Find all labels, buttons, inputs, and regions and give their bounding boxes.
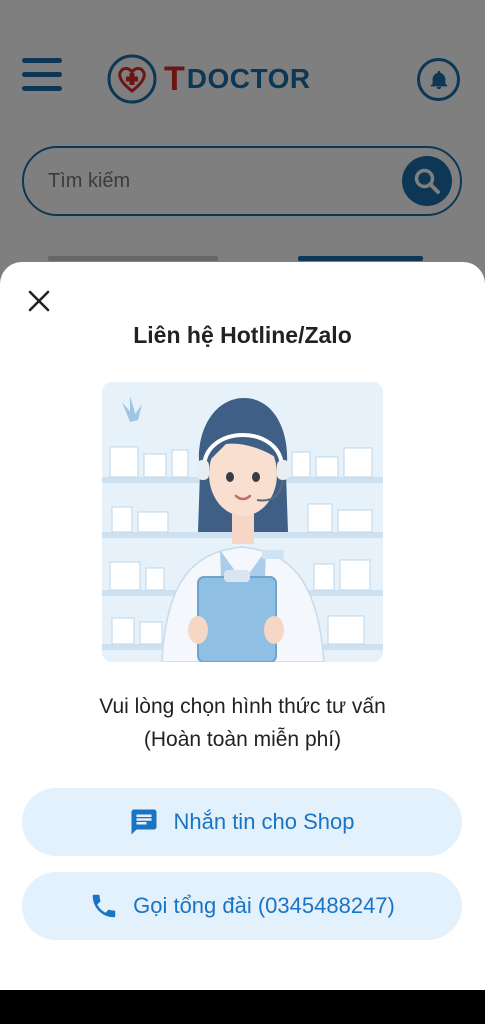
sheet-title: Liên hệ Hotline/Zalo bbox=[133, 322, 352, 348]
contact-bottom-sheet: Liên hệ Hotline/Zalo Vui lòng chọn hình … bbox=[0, 262, 485, 990]
subtitle-line-1: Vui lòng chọn hình thức tư vấn bbox=[99, 695, 386, 718]
pharmacist-illustration bbox=[102, 382, 383, 662]
call-hotline-label: Gọi tổng đài (0345488247) bbox=[133, 893, 395, 918]
chat-shop-button[interactable]: Nhắn tin cho Shop bbox=[22, 788, 462, 856]
close-icon[interactable] bbox=[24, 286, 54, 316]
subtitle-line-2: (Hoàn toàn miễn phí) bbox=[143, 728, 342, 751]
system-navigation-bar bbox=[0, 990, 485, 1024]
chat-shop-label: Nhắn tin cho Shop bbox=[173, 809, 355, 834]
phone-icon bbox=[92, 894, 116, 918]
sheet-subtitle: Vui lòng chọn hình thức tư vấn (Hoàn toà… bbox=[0, 690, 485, 756]
call-hotline-button[interactable]: Gọi tổng đài (0345488247) bbox=[22, 872, 462, 940]
chat-bubble-icon bbox=[131, 809, 157, 835]
